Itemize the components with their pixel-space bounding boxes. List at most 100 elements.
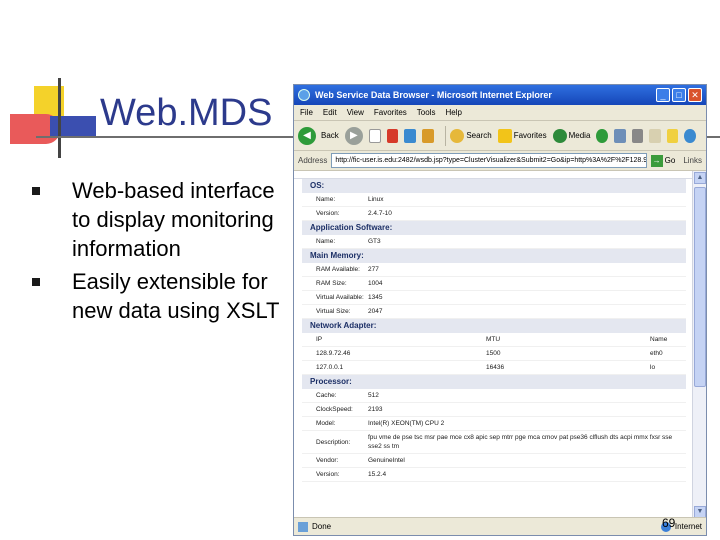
browser-window: Web Service Data Browser - Microsoft Int… — [293, 84, 707, 536]
vertical-scrollbar[interactable]: ▲ ▼ — [692, 171, 706, 519]
row-value: GenuineIntel — [368, 457, 405, 464]
data-row: Virtual Size: 2047 — [302, 305, 686, 319]
column-header: Name — [650, 336, 668, 343]
row-key: RAM Size: — [316, 280, 347, 287]
messenger-icon[interactable] — [684, 128, 696, 143]
menu-tools[interactable]: Tools — [417, 108, 436, 117]
address-input[interactable]: http://fic-user.is.edu:2482/wsdb.jsp?typ… — [331, 153, 647, 168]
ie-logo-icon — [298, 89, 310, 101]
row-value: 277 — [368, 266, 379, 273]
row-key: Model: — [316, 420, 336, 427]
table-cell: 16436 — [486, 364, 505, 371]
section-heading: Application Software: — [302, 221, 686, 235]
data-row: Version: 15.2.4 — [302, 468, 686, 482]
search-label: Search — [466, 131, 492, 140]
section-network-adapter: Network Adapter: IP MTU Name 128.9.72.46 15… — [302, 319, 686, 375]
forward-arrow-icon: ▶ — [344, 126, 363, 145]
search-icon — [450, 128, 465, 143]
media-label: Media — [568, 131, 591, 140]
row-key: Name: — [316, 196, 336, 203]
row-key: Virtual Available: — [316, 294, 364, 301]
minimize-button[interactable]: _ — [656, 88, 670, 102]
data-row: Cache: 512 — [302, 389, 686, 403]
menu-edit[interactable]: Edit — [323, 108, 337, 117]
bullet-marker-icon — [32, 187, 40, 195]
data-row: RAM Size: 1004 — [302, 277, 686, 291]
row-key: Version: — [316, 471, 340, 478]
maximize-button[interactable]: □ — [672, 88, 686, 102]
print-icon[interactable] — [631, 128, 644, 143]
column-header: IP — [316, 336, 323, 343]
section-os: OS: Name: Linux Version: 2.4.7-10 — [302, 179, 686, 221]
edit-icon[interactable] — [649, 128, 661, 143]
media-button[interactable]: Media — [552, 128, 591, 143]
table-header-row: IP MTU Name — [302, 333, 686, 347]
bullet-item: Easily extensible for new data using XSL… — [30, 267, 290, 325]
data-row: Virtual Available: 1345 — [302, 291, 686, 305]
table-cell: lo — [650, 364, 656, 371]
row-key: RAM Available: — [316, 266, 360, 273]
data-row: Name: Linux — [302, 193, 686, 207]
menu-help[interactable]: Help — [445, 108, 461, 117]
favorites-button[interactable]: Favorites — [497, 128, 547, 143]
decor-blue-bar — [50, 116, 96, 138]
bullet-marker-icon — [32, 278, 40, 286]
close-button[interactable]: ✕ — [688, 88, 702, 102]
bullet-text: Web-based interface to display monitorin… — [72, 178, 275, 261]
row-key: Name: — [316, 238, 336, 245]
page-icon[interactable] — [368, 128, 381, 143]
section-application-software: Application Software: Name: GT3 — [302, 221, 686, 249]
table-cell: 1500 — [486, 350, 501, 357]
row-key: Version: — [316, 210, 340, 217]
row-value: 2193 — [368, 406, 383, 413]
back-button[interactable]: ◀ Back — [298, 126, 339, 145]
status-bar: Done Internet — [294, 517, 706, 535]
row-value: 2.4.7-10 — [368, 210, 392, 217]
row-value: 1345 — [368, 294, 383, 301]
scroll-thumb[interactable] — [694, 187, 706, 387]
section-heading: OS: — [302, 179, 686, 193]
page-number: 69 — [662, 516, 676, 530]
bullet-text: Easily extensible for new data using XSL… — [72, 269, 280, 323]
row-value: GT3 — [368, 238, 381, 245]
section-heading: Network Adapter: — [302, 319, 686, 333]
data-row: Model: Intel(R) XEON(TM) CPU 2 — [302, 417, 686, 431]
zone-label: Internet — [674, 522, 702, 531]
row-key: Cache: — [316, 392, 337, 399]
row-key: Vendor: — [316, 457, 339, 464]
decor-vertical-line — [58, 78, 61, 158]
section-heading: Main Memory: — [302, 249, 686, 263]
menu-view[interactable]: View — [347, 108, 364, 117]
page-done-icon — [298, 521, 308, 532]
bullet-item: Web-based interface to display monitorin… — [30, 176, 290, 263]
search-button[interactable]: Search — [450, 128, 492, 143]
content-top-border — [294, 171, 694, 179]
browser-titlebar: Web Service Data Browser - Microsoft Int… — [294, 85, 706, 105]
bullet-list: Web-based interface to display monitorin… — [30, 176, 290, 329]
table-cell: 127.0.0.1 — [316, 364, 344, 371]
mail-icon[interactable] — [614, 128, 626, 143]
row-value: 1004 — [368, 280, 383, 287]
scroll-up-arrow-icon[interactable]: ▲ — [694, 172, 706, 184]
row-key: ClockSpeed: — [316, 406, 353, 413]
section-main-memory: Main Memory: RAM Available: 277 RAM Size:… — [302, 249, 686, 319]
home-icon[interactable] — [421, 128, 434, 143]
stop-icon[interactable] — [386, 128, 399, 143]
slide-title: Web.MDS — [100, 92, 273, 134]
row-value: Intel(R) XEON(TM) CPU 2 — [368, 420, 445, 427]
go-button[interactable]: → Go — [650, 154, 675, 167]
row-value: fpu vme de pse tsc msr pae mce cx8 apic … — [368, 434, 673, 450]
menu-file[interactable]: File — [300, 108, 313, 117]
row-key: Description: — [316, 438, 351, 446]
menu-favorites[interactable]: Favorites — [374, 108, 407, 117]
table-row: 127.0.0.1 16436 lo — [302, 361, 686, 375]
history-icon[interactable] — [596, 128, 608, 143]
links-label[interactable]: Links — [683, 156, 702, 165]
browser-toolbar: ◀ Back ▶ Search Favorites Media — [294, 121, 706, 151]
section-processor: Processor: Cache: 512 ClockSpeed: 2193 Mod… — [302, 375, 686, 482]
refresh-icon[interactable] — [404, 128, 416, 143]
address-bar: Address http://fic-user.is.edu:2482/wsdb… — [294, 151, 706, 171]
folder-icon[interactable] — [666, 128, 679, 143]
forward-button[interactable]: ▶ — [344, 126, 363, 145]
toolbar-separator — [444, 125, 446, 146]
